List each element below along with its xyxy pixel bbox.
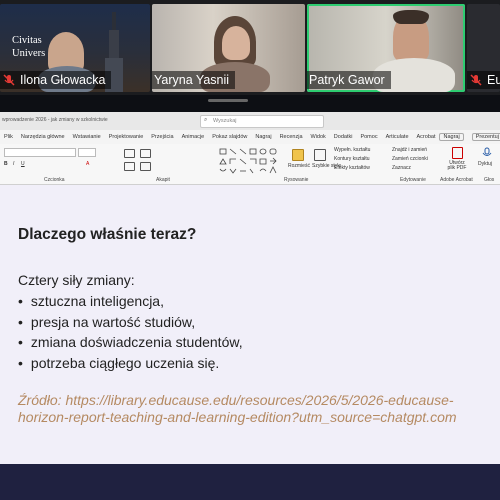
slide-bullet-list: sztuczna inteligencja, presja na wartość… [18, 291, 243, 373]
group-label-voice: Głos [484, 177, 495, 183]
tab-view[interactable]: Widok [311, 134, 326, 140]
group-label-acrobat: Adobe Acrobat [440, 177, 473, 183]
bullets-icon[interactable] [124, 149, 135, 158]
bullet-item: zmiana doświadczenia studentów, [18, 332, 243, 353]
tab-acrobat[interactable]: Acrobat [417, 134, 436, 140]
bullet-item: sztuczna inteligencja, [18, 291, 243, 312]
participant-nameplate: Yaryna Yasnii [152, 71, 236, 89]
tab-transitions[interactable]: Przejścia [151, 134, 173, 140]
bold-icon[interactable]: B [4, 161, 8, 167]
dictate-button[interactable]: Dyktuj [478, 161, 492, 167]
tab-help[interactable]: Pomoc [360, 134, 377, 140]
document-title: wprowadzenie 2026 - jak zmiany w szkolni… [2, 117, 108, 123]
ribbon-tabs: Plik Narzędzia główne Wstawianie Projekt… [0, 130, 500, 144]
ribbon-toolbar: B I U A Czcionka Akapit Rozmieść Szybkie… [0, 144, 500, 185]
tab-review[interactable]: Recenzja [280, 134, 303, 140]
group-label-font: Czcionka [44, 177, 65, 183]
underline-icon[interactable]: U [21, 161, 25, 167]
group-label-editing: Edytowanie [400, 177, 426, 183]
shape-effects-button[interactable]: Efekty kształtów [334, 165, 370, 171]
tab-articulate[interactable]: Articulate [386, 134, 409, 140]
search-icon: ⌕ [204, 117, 208, 123]
arrange-icon[interactable] [292, 149, 304, 161]
tab-home[interactable]: Narzędzia główne [21, 134, 65, 140]
gallery-resize-handle[interactable] [208, 99, 248, 102]
mic-muted-icon [470, 74, 482, 86]
participant-name: Yaryna Yasnii [154, 73, 230, 87]
arrange-button[interactable]: Rozmieść [288, 163, 310, 169]
search-placeholder: Wyszukaj [213, 118, 237, 124]
group-label-drawing: Rysowanie [284, 177, 309, 183]
font-size-select[interactable] [78, 148, 96, 157]
powerpoint-title-bar: wprowadzenie 2026 - jak zmiany w szkolni… [0, 112, 500, 130]
align-center-icon[interactable] [140, 162, 151, 171]
bullet-item: potrzeba ciągłego uczenia się. [18, 353, 243, 374]
group-label-paragraph: Akapit [156, 177, 170, 183]
slide-intro-text: Cztery siły zmiany: [18, 272, 135, 288]
tab-design[interactable]: Projektowanie [109, 134, 144, 140]
pdf-icon[interactable] [452, 147, 463, 159]
slide-canvas[interactable]: Dlaczego właśnie teraz? Cztery siły zmia… [0, 185, 500, 464]
shape-fill-button[interactable]: Wypełn. kształtu [334, 147, 370, 153]
participant-hair [393, 10, 429, 24]
replace-fonts-button[interactable]: Zamień czcionki [392, 156, 428, 162]
participant-face [222, 26, 250, 60]
microphone-icon[interactable] [482, 147, 492, 159]
align-left-icon[interactable] [124, 162, 135, 171]
tab-record[interactable]: Nagraj [255, 134, 271, 140]
present-button[interactable]: Prezentuj [471, 133, 500, 141]
tab-addins[interactable]: Dodatki [334, 134, 353, 140]
font-family-select[interactable] [4, 148, 76, 157]
quick-styles-icon[interactable] [314, 149, 326, 161]
participant-name: Patryk Gawor [309, 73, 385, 87]
italic-icon[interactable]: I [13, 161, 14, 167]
video-gallery-strip: Civitas Univers Ilona Głowacka Yaryna Ya… [0, 0, 500, 95]
shape-outline-button[interactable]: Kontury kształtu [334, 156, 370, 162]
slide-title: Dlaczego właśnie teraz? [18, 226, 197, 243]
participant-nameplate: Patryk Gawor [307, 71, 391, 89]
tab-plik[interactable]: Plik [4, 134, 13, 140]
tab-animations[interactable]: Animacje [182, 134, 205, 140]
record-button[interactable]: Nagraj [439, 133, 464, 141]
search-input[interactable]: ⌕ Wyszukaj [200, 115, 324, 128]
select-button[interactable]: Zaznacz [392, 165, 411, 171]
numbering-icon[interactable] [140, 149, 151, 158]
bullet-item: presja na wartość studiów, [18, 312, 243, 333]
font-color-icon[interactable]: A [86, 161, 89, 167]
tab-insert[interactable]: Wstawianie [73, 134, 101, 140]
participant-tile-active-speaker[interactable]: Patryk Gawor [307, 4, 465, 92]
participant-tile[interactable]: Eu [467, 4, 500, 92]
participant-tile[interactable]: Yaryna Yasnii [152, 4, 305, 92]
participant-name: Eu [487, 73, 500, 87]
mic-muted-icon [3, 74, 15, 86]
source-citation: Źródło: https://library.educause.edu/res… [18, 392, 457, 425]
create-pdf-button[interactable]: Utwórz plik PDF [445, 161, 469, 171]
participant-tile[interactable]: Civitas Univers Ilona Głowacka [0, 4, 150, 92]
participant-name: Ilona Głowacka [20, 73, 106, 87]
university-logo: Civitas Univers [12, 35, 46, 59]
tab-slideshow[interactable]: Pokaz slajdów [212, 134, 247, 140]
shapes-gallery-icon[interactable] [218, 147, 280, 175]
meeting-bottom-bar [0, 464, 500, 500]
find-replace-button[interactable]: Znajdź i zamień [392, 147, 427, 153]
participant-nameplate: Eu [467, 71, 500, 89]
participant-nameplate: Ilona Głowacka [0, 71, 112, 89]
